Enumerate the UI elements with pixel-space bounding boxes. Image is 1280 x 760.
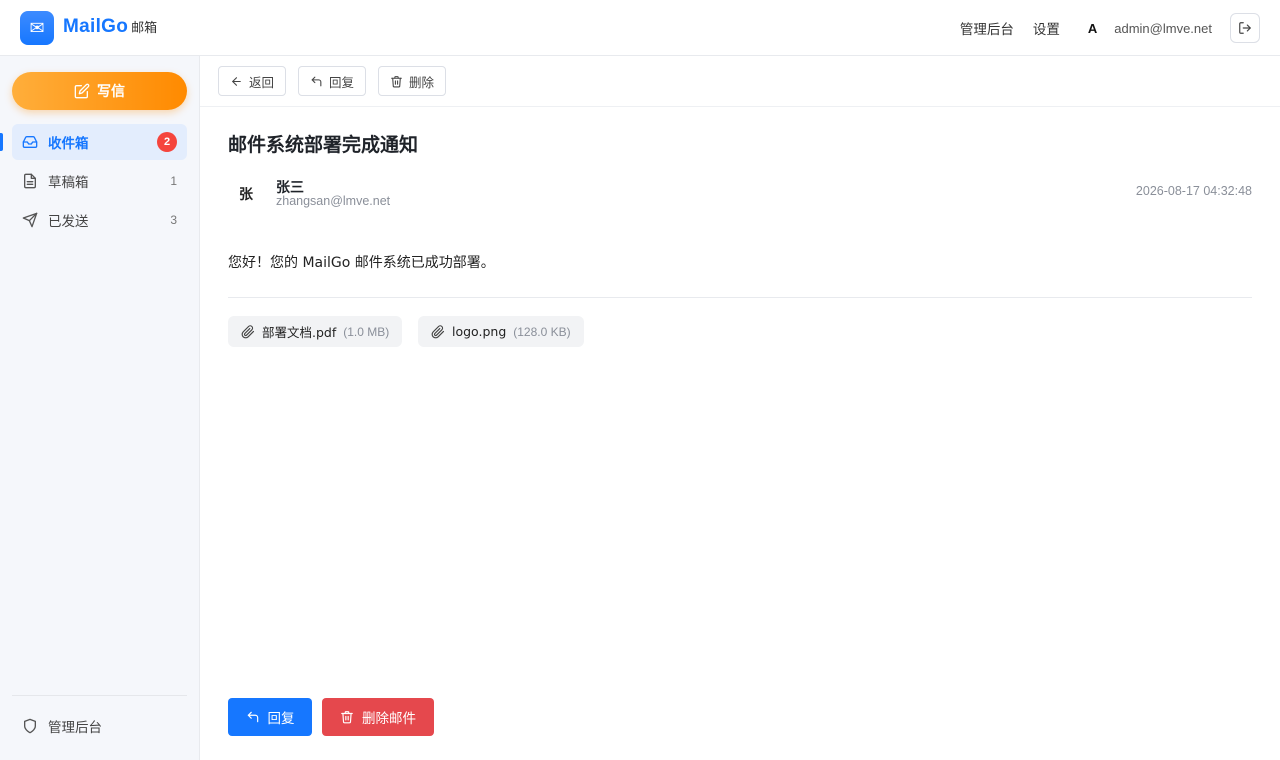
reply-icon <box>247 711 258 723</box>
mail-toolbar: 返回 回复 删除 <box>200 56 1280 107</box>
attachment-item[interactable]: logo.png (128.0 KB) <box>418 316 584 347</box>
reply-label: 回复 <box>329 74 355 90</box>
shield-icon <box>24 718 36 734</box>
delete-label: 删除 <box>409 74 435 90</box>
trash-icon <box>341 711 353 724</box>
logout-button[interactable] <box>1230 13 1260 43</box>
attachment-size: (1.0 MB) <box>343 324 390 339</box>
reply-mail-button[interactable]: 回复 <box>228 698 312 736</box>
brand-subtitle: 邮箱 <box>131 21 158 36</box>
sidebar-item-inbox[interactable]: 收件箱 2 <box>12 124 187 160</box>
edit-icon <box>74 83 90 99</box>
delete-button[interactable]: 删除 <box>378 66 447 96</box>
attachment-name: 部署文档.pdf <box>262 325 337 340</box>
trash-icon <box>391 75 402 87</box>
logout-icon <box>1239 22 1251 34</box>
sidebar-item-admin[interactable]: 管理后台 <box>12 708 187 744</box>
sidebar-item-label: 已发送 <box>48 214 89 230</box>
avatar[interactable]: A <box>1088 21 1097 36</box>
delete-mail-button[interactable]: 删除邮件 <box>322 698 434 736</box>
sidebar: 写信 <box>0 56 200 760</box>
back-label: 返回 <box>249 74 275 90</box>
brand[interactable]: MailGo 邮箱 <box>63 16 157 38</box>
draft-count: 1 <box>170 174 177 188</box>
draft-icon <box>24 173 36 189</box>
mail-date: 2026-08-17 04:32:48 <box>1135 184 1252 198</box>
sidebar-item-label: 管理后台 <box>48 720 102 736</box>
send-icon <box>22 212 38 228</box>
unread-badge: 2 <box>157 132 177 152</box>
compose-label: 写信 <box>97 84 125 100</box>
active-indicator <box>0 133 3 151</box>
sidebar-item-sent[interactable]: 已发送 3 <box>12 202 187 238</box>
sidebar-item-drafts[interactable]: 草稿箱 1 <box>12 163 187 199</box>
sidebar-item-label: 收件箱 <box>48 136 89 152</box>
attachment-item[interactable]: 部署文档.pdf (1.0 MB) <box>228 316 403 347</box>
mail-subject: 邮件系统部署完成通知 <box>228 134 419 156</box>
arrow-left-icon <box>232 76 241 86</box>
sidebar-item-label: 草稿箱 <box>48 175 89 191</box>
reply-icon <box>311 76 322 86</box>
delete-mail-label: 删除邮件 <box>362 711 416 727</box>
sidebar-divider <box>12 695 187 696</box>
reply-mail-label: 回复 <box>267 711 295 727</box>
reply-button[interactable]: 回复 <box>298 66 367 96</box>
mail-body: 您好！您的 MailGo 邮件系统已成功部署。 <box>228 255 495 271</box>
back-button[interactable]: 返回 <box>218 66 287 96</box>
paperclip-icon <box>241 324 255 338</box>
attachment-name: logo.png <box>452 324 507 339</box>
sender-avatar: 张 <box>228 176 264 212</box>
envelope-icon[interactable]: ✉ <box>20 11 54 45</box>
sent-count: 3 <box>170 213 177 227</box>
admin-link[interactable]: 管理后台 <box>960 18 1014 38</box>
settings-link[interactable]: 设置 <box>1033 18 1060 38</box>
compose-button[interactable]: 写信 <box>12 72 187 110</box>
user-email: admin@lmve.net <box>1114 20 1212 36</box>
header-actions: 管理后台 设置 A admin@lmve.net <box>960 13 1260 43</box>
attachment-size: (128.0 KB) <box>513 324 571 339</box>
brand-name: MailGo <box>63 16 129 37</box>
sender-email: zhangsan@lmve.net <box>276 194 391 208</box>
top-header: ✉ MailGo 邮箱 管理后台 设置 A admin@lmve.net <box>0 0 1280 56</box>
paperclip-icon <box>431 324 445 338</box>
inbox-icon <box>22 136 38 148</box>
content-divider <box>228 297 1252 298</box>
